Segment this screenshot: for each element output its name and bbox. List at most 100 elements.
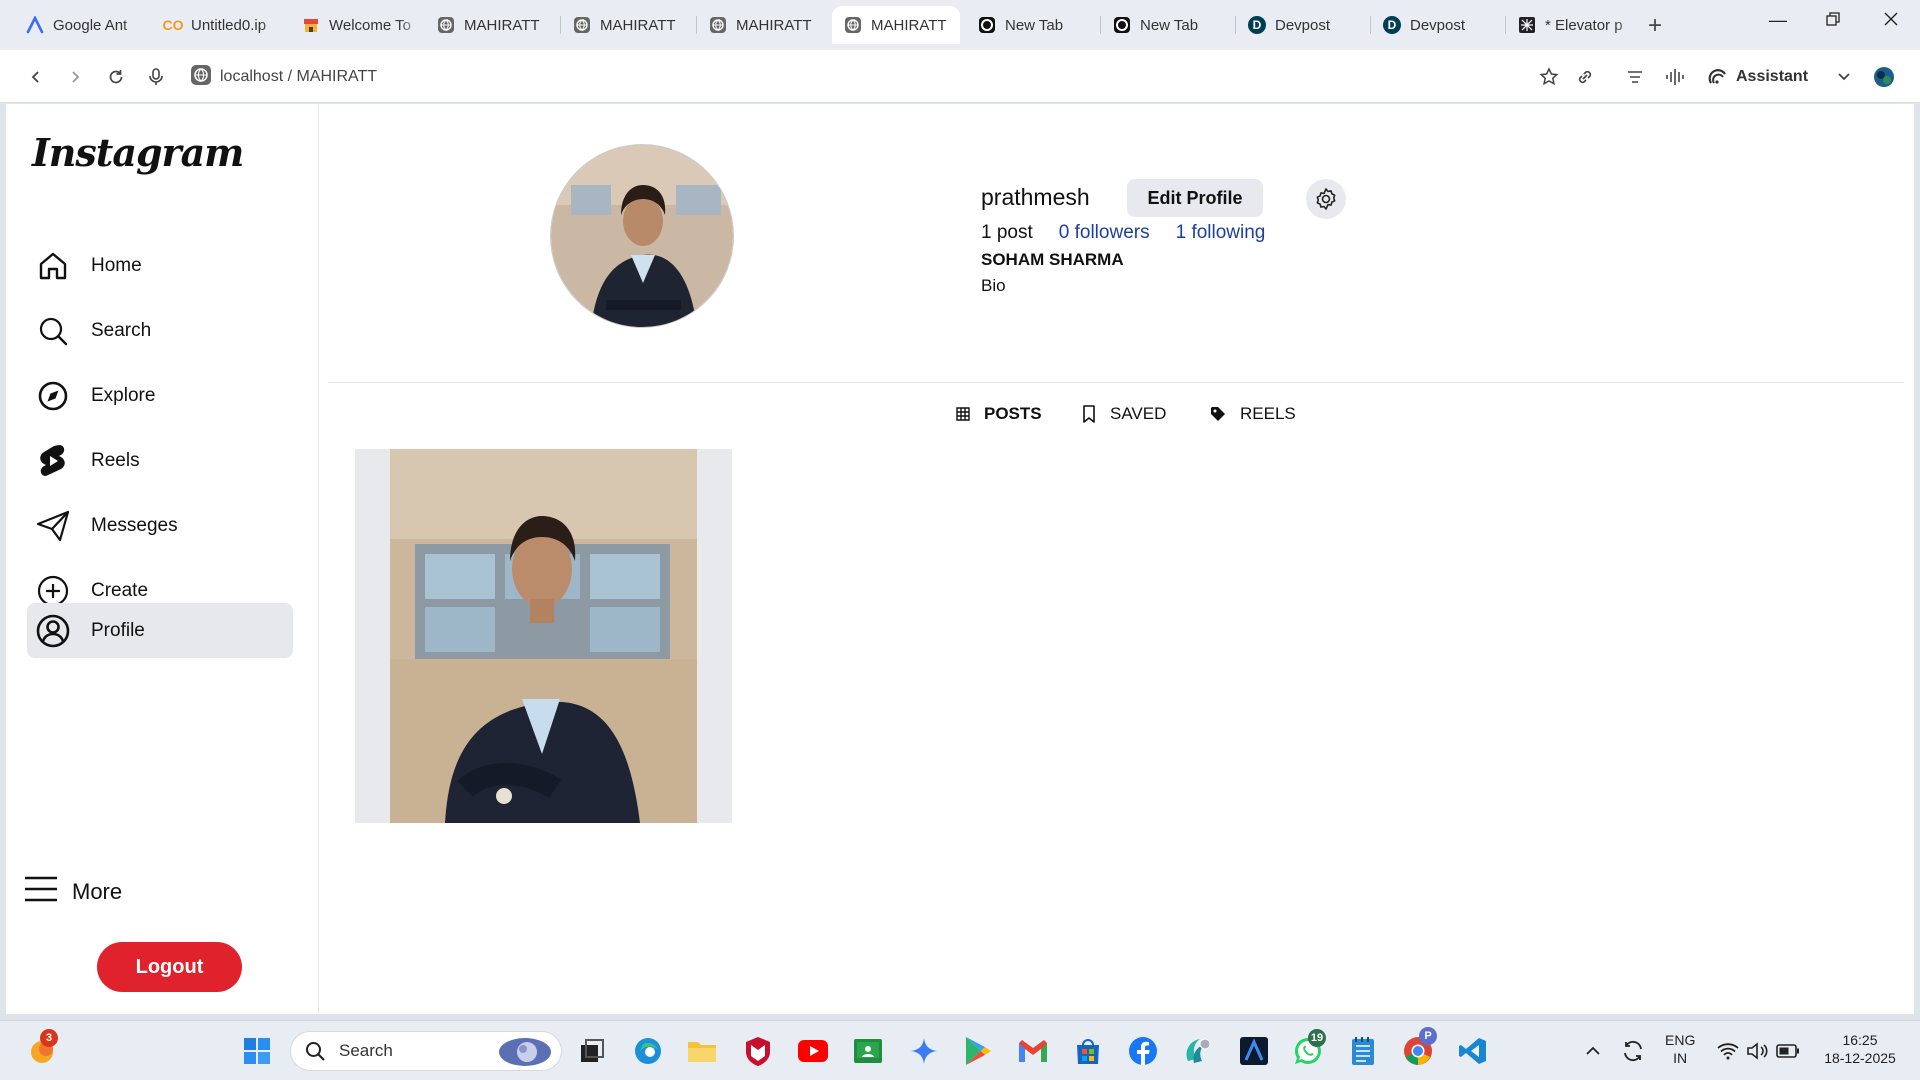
tab-posts[interactable]: POSTS (956, 394, 1042, 434)
notepad-icon[interactable] (1347, 1035, 1379, 1067)
copy-link-icon[interactable] (1572, 64, 1598, 90)
reload-button[interactable] (103, 64, 129, 90)
language-code: ENG (1665, 1032, 1696, 1048)
instagram-logo[interactable]: Instagram (32, 130, 244, 175)
tab-label: SAVED (1110, 404, 1167, 423)
browser-tab[interactable]: D Devpost (1371, 6, 1506, 44)
store-icon (302, 16, 320, 34)
profile-stats: 1 post 0 followers 1 following (981, 222, 1291, 244)
assistant-icon (1708, 67, 1728, 87)
browser-tab[interactable]: MAHIRATT (697, 6, 833, 44)
bookmark-star-icon[interactable] (1536, 64, 1562, 90)
profile-avatar-icon[interactable] (1871, 64, 1897, 90)
tab-label: POSTS (984, 404, 1042, 423)
wifi-icon[interactable] (1712, 1035, 1744, 1067)
classroom-icon[interactable] (852, 1035, 884, 1067)
minimize-button[interactable]: — (1763, 10, 1793, 31)
tab-title: MAHIRATT (600, 16, 676, 34)
post-thumbnail[interactable] (355, 449, 732, 823)
sidebar-item-profile[interactable]: Profile (27, 603, 293, 658)
show-hidden-icons-button[interactable] (1577, 1035, 1609, 1067)
tab-reels[interactable]: REELS (1210, 394, 1296, 434)
browser-tab[interactable]: MAHIRATT (561, 6, 697, 44)
whatsapp-badge: 19 (1308, 1029, 1326, 1047)
taskbar: 3 Search 19 P ENG IN 16:25 18-12-2025 (0, 1020, 1920, 1080)
clock[interactable]: 16:25 18-12-2025 (1815, 1031, 1905, 1067)
battery-icon[interactable] (1772, 1035, 1804, 1067)
address-bar[interactable]: localhost / MAHIRATT (190, 62, 377, 92)
settings-button[interactable] (1306, 179, 1346, 219)
sidebar-item-label: Create (91, 579, 149, 601)
task-view-icon[interactable] (576, 1035, 608, 1067)
globe-icon (437, 16, 455, 34)
weather-badge: 3 (40, 1029, 58, 1047)
sidebar: Instagram Home Search Explore Reels Mess… (6, 104, 319, 1014)
sidebar-item-explore[interactable]: Explore (27, 368, 293, 423)
new-tab-button[interactable]: + (1648, 12, 1662, 40)
clock-time: 16:25 (1842, 1032, 1878, 1048)
ms-store-icon[interactable] (1072, 1035, 1104, 1067)
reels-icon (35, 443, 71, 479)
browser-tab[interactable]: New Tab (1101, 6, 1236, 44)
sidebar-item-messages[interactable]: Messeges (27, 498, 293, 553)
browser-tab[interactable]: CO Untitled0.ip (152, 6, 287, 44)
tab-title: MAHIRATT (871, 16, 947, 34)
followers-link[interactable]: 0 followers (1059, 222, 1150, 244)
language-indicator[interactable]: ENG IN (1665, 1031, 1695, 1067)
browser-tab[interactable]: New Tab (966, 6, 1101, 44)
voice-search-icon[interactable] (143, 64, 169, 90)
sidebar-item-home[interactable]: Home (27, 238, 293, 293)
following-link[interactable]: 1 following (1176, 222, 1266, 244)
back-button[interactable] (23, 64, 49, 90)
file-explorer-icon[interactable] (686, 1035, 718, 1067)
mcafee-icon[interactable] (742, 1035, 774, 1067)
profile-avatar[interactable] (550, 144, 734, 328)
assistant-label: Assistant (1736, 68, 1809, 85)
close-window-button[interactable] (1876, 10, 1906, 31)
reading-list-icon[interactable] (1622, 64, 1648, 90)
tab-title: * Elevator p (1545, 16, 1623, 34)
logout-button[interactable]: Logout (97, 942, 242, 992)
chevron-down-icon[interactable] (1831, 64, 1857, 90)
tab-title: MAHIRATT (464, 16, 540, 34)
browser-tab[interactable]: Welcome To (290, 6, 425, 44)
gmail-icon[interactable] (1017, 1035, 1049, 1067)
sidebar-item-label: Home (91, 254, 142, 276)
forward-button[interactable] (62, 64, 88, 90)
tab-saved[interactable]: SAVED (1082, 394, 1166, 434)
sidebar-item-reels[interactable]: Reels (27, 433, 293, 488)
globe-icon (709, 16, 727, 34)
tab-label: REELS (1240, 404, 1296, 423)
browser-app-icon[interactable] (1182, 1035, 1214, 1067)
edit-profile-button[interactable]: Edit Profile (1127, 179, 1263, 217)
browser-tab-strip: Google Ant CO Untitled0.ip Welcome To MA… (0, 0, 1920, 50)
browser-tab[interactable]: D Devpost (1236, 6, 1371, 44)
facebook-icon[interactable] (1127, 1035, 1159, 1067)
sidebar-item-search[interactable]: Search (27, 303, 293, 358)
edge-icon[interactable] (632, 1035, 664, 1067)
sync-icon[interactable] (1617, 1035, 1649, 1067)
play-store-icon[interactable] (962, 1035, 994, 1067)
browser-tab-active[interactable]: MAHIRATT (832, 6, 960, 44)
globe-icon (573, 16, 591, 34)
bookmark-icon (1082, 405, 1096, 423)
devpost-icon: D (1383, 16, 1401, 34)
more-button[interactable]: More (24, 876, 122, 908)
section-divider (328, 382, 1904, 383)
browser-tab[interactable]: MAHIRATT (425, 6, 561, 44)
profile-bio: Bio (981, 276, 1006, 295)
vscode-icon[interactable] (1457, 1035, 1489, 1067)
browser-tab[interactable]: Google Ant (14, 6, 149, 44)
youtube-icon[interactable] (797, 1035, 829, 1067)
site-info-icon[interactable] (190, 64, 212, 91)
audio-wave-icon[interactable] (1662, 64, 1688, 90)
browser-tab[interactable]: * Elevator p (1506, 6, 1641, 44)
antigravity-app-icon[interactable] (1238, 1035, 1270, 1067)
start-button[interactable] (241, 1035, 273, 1067)
volume-icon[interactable] (1742, 1035, 1774, 1067)
restore-button[interactable] (1818, 10, 1848, 31)
search-icon (305, 1041, 325, 1061)
gemini-icon[interactable] (908, 1035, 940, 1067)
taskbar-search-input[interactable]: Search (290, 1031, 562, 1071)
assistant-button[interactable]: Assistant (1708, 62, 1808, 92)
